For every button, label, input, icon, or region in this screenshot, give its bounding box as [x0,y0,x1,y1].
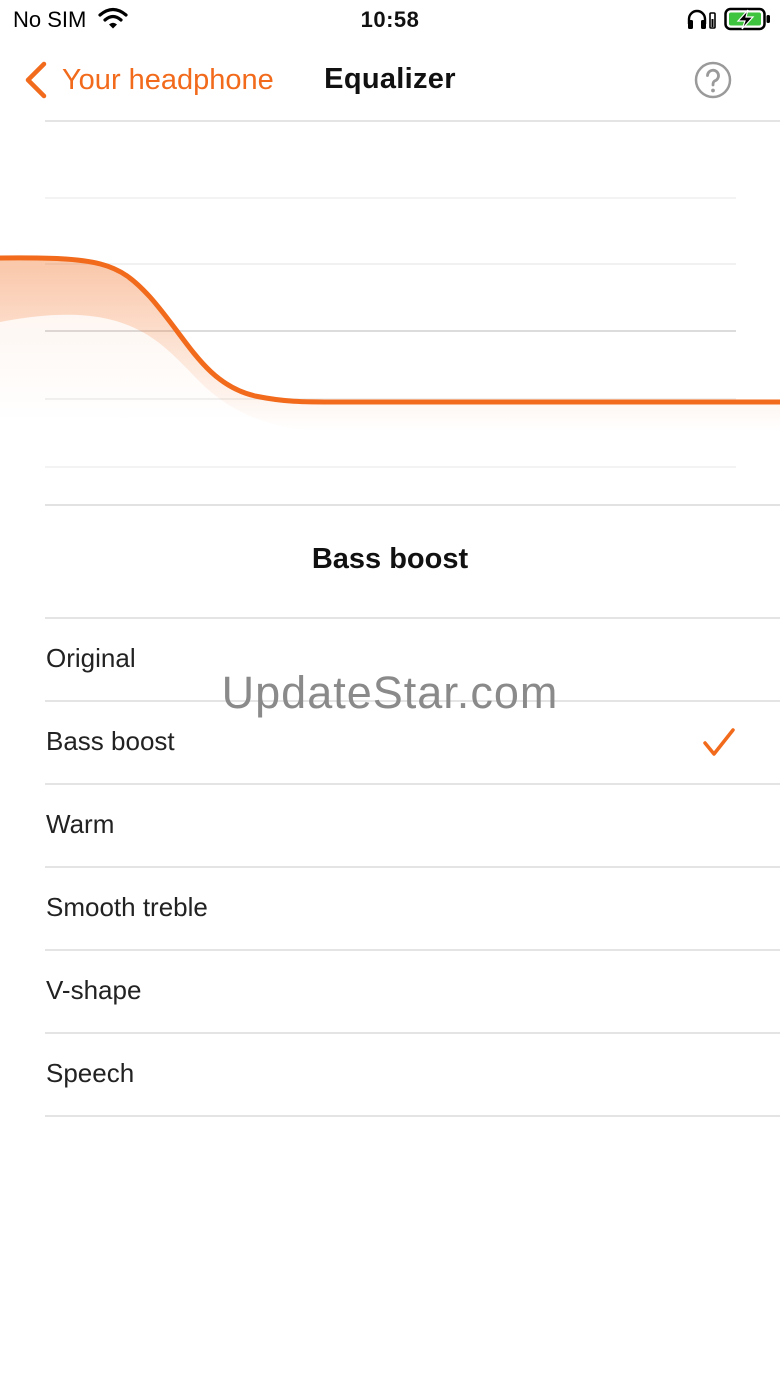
preset-item-warm[interactable]: Warm [45,785,780,868]
clock: 10:58 [360,7,420,32]
page-title: Equalizer [324,63,456,95]
preset-label: Smooth treble [46,892,208,922]
nav-bar: Your headphone Equalizer [0,45,780,117]
preset-label: Speech [46,1058,135,1088]
preset-item-smooth-treble[interactable]: Smooth treble [45,868,780,951]
equalizer-curve-graph [0,197,780,468]
battery-charging-icon [724,7,770,31]
preset-label: Bass boost [46,726,175,756]
current-preset-title: Bass boost [311,543,469,575]
preset-label: V-shape [46,975,142,1005]
status-bar: No SIM 10:58 [0,0,780,40]
preset-item-speech[interactable]: Speech [45,1034,780,1117]
question-circle-icon[interactable] [693,60,733,100]
preset-label: Warm [46,809,115,839]
curve-glow-under [0,257,780,422]
divider [45,504,780,506]
headphone-icon [687,9,716,29]
checkmark-icon [703,728,735,756]
preset-item-v-shape[interactable]: V-shape [45,951,780,1034]
watermark: UpdateStar.com [221,667,559,718]
